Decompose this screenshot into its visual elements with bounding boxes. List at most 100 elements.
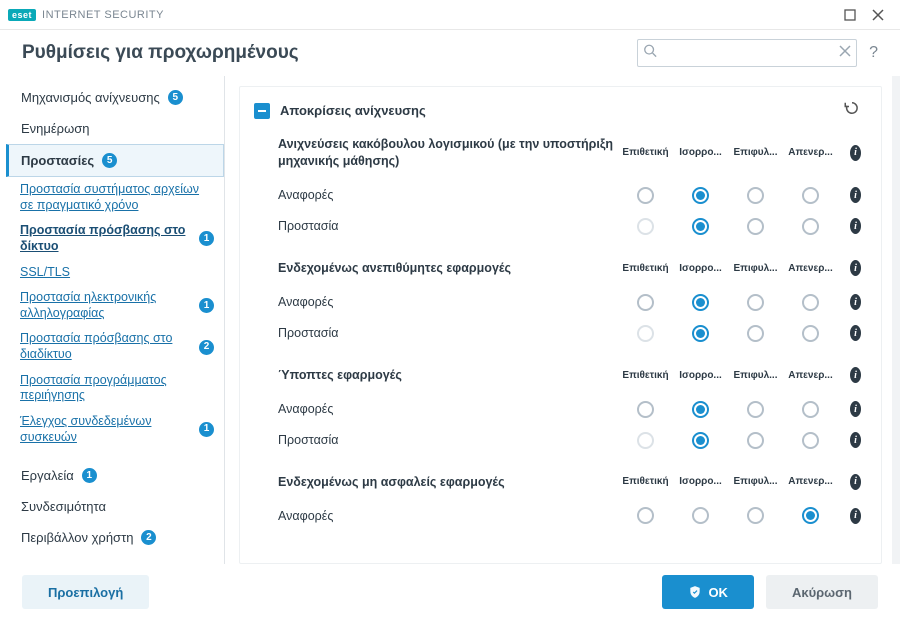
radio-option[interactable]: [747, 218, 764, 235]
search-icon: [643, 44, 657, 63]
setting-row: Αναφορέςi: [278, 394, 861, 425]
setting-group: Ύποπτες εφαρμογέςΕπιθετικήΙσορρο...Επιφυ…: [254, 367, 861, 456]
info-icon[interactable]: i: [850, 508, 861, 524]
sidebar-item[interactable]: Προστασίες5: [6, 144, 224, 177]
window-close-button[interactable]: [864, 1, 892, 29]
row-label: Προστασία: [278, 219, 618, 233]
sidebar-item[interactable]: Συνδεσιμότητα: [6, 491, 224, 522]
radio-option[interactable]: [692, 294, 709, 311]
row-label: Αναφορές: [278, 188, 618, 202]
radio-option[interactable]: [692, 507, 709, 524]
column-label: Επιφυλ...: [728, 147, 783, 158]
info-icon[interactable]: i: [850, 145, 861, 161]
radio-option[interactable]: [802, 401, 819, 418]
sidebar-item[interactable]: Ενημέρωση: [6, 113, 224, 144]
radio-option[interactable]: [637, 187, 654, 204]
sidebar-subitem-label: Έλεγχος συνδεδεμένων συσκευών: [20, 414, 193, 445]
count-badge: 1: [199, 422, 214, 437]
brand-name: INTERNET SECURITY: [42, 9, 164, 21]
cancel-button[interactable]: Ακύρωση: [766, 575, 878, 609]
radio-option[interactable]: [747, 325, 764, 342]
info-icon[interactable]: i: [850, 367, 861, 383]
settings-panel: Αποκρίσεις ανίχνευσης Ανιχνεύσεις κακόβο…: [239, 86, 882, 564]
sidebar-item-label: Εργαλεία: [21, 468, 74, 483]
search-clear-icon[interactable]: [839, 44, 851, 62]
info-icon[interactable]: i: [850, 474, 861, 490]
radio-option[interactable]: [637, 325, 654, 342]
group-title: Ενδεχομένως μη ασφαλείς εφαρμογές: [278, 474, 618, 491]
column-label: Απενερ...: [783, 476, 838, 487]
column-label: Επιθετική: [618, 263, 673, 274]
ok-label: OK: [708, 585, 728, 600]
shield-icon: [688, 585, 702, 599]
count-badge: 1: [82, 468, 97, 483]
radio-option[interactable]: [747, 294, 764, 311]
header: Ρυθμίσεις για προχωρημένους ?: [0, 30, 900, 76]
radio-option[interactable]: [802, 325, 819, 342]
column-label: Ισορρο...: [673, 147, 728, 158]
info-icon[interactable]: i: [850, 401, 861, 417]
radio-option[interactable]: [802, 187, 819, 204]
count-badge: 1: [199, 298, 214, 313]
revert-icon[interactable]: [843, 99, 861, 122]
radio-option[interactable]: [692, 325, 709, 342]
brand-badge: eset: [8, 9, 36, 21]
outer-scrollbar[interactable]: [892, 76, 900, 564]
sidebar-subitem[interactable]: Προστασία προγράμματος περιήγησης: [6, 368, 224, 409]
radio-option[interactable]: [747, 187, 764, 204]
info-icon[interactable]: i: [850, 260, 861, 276]
sidebar-subitem[interactable]: Προστασία ηλεκτρονικής αλληλογραφίας1: [6, 285, 224, 326]
radio-option[interactable]: [802, 294, 819, 311]
radio-option[interactable]: [637, 432, 654, 449]
setting-row: Προστασία i: [278, 425, 861, 456]
column-label: Επιφυλ...: [728, 263, 783, 274]
info-icon[interactable]: i: [850, 294, 861, 310]
help-button[interactable]: ?: [869, 44, 878, 62]
radio-option[interactable]: [747, 507, 764, 524]
info-icon[interactable]: i: [850, 218, 861, 234]
info-icon[interactable]: i: [850, 187, 861, 203]
radio-option[interactable]: [637, 294, 654, 311]
window-maximize-button[interactable]: [836, 1, 864, 29]
sidebar-subitem[interactable]: Προστασία πρόσβασης στο διαδίκτυο2: [6, 326, 224, 367]
radio-option[interactable]: [692, 187, 709, 204]
radio-option[interactable]: [692, 432, 709, 449]
sidebar-item-label: Συνδεσιμότητα: [21, 499, 106, 514]
radio-option[interactable]: [802, 507, 819, 524]
radio-option[interactable]: [747, 401, 764, 418]
sidebar-subitem[interactable]: Προστασία πρόσβασης στο δίκτυο1: [6, 218, 224, 259]
radio-option[interactable]: [802, 432, 819, 449]
sidebar-item-label: Μηχανισμός ανίχνευσης: [21, 90, 160, 105]
sidebar-subitem-label: Προστασία πρόσβασης στο δίκτυο: [20, 223, 193, 254]
sidebar-item[interactable]: Περιβάλλον χρήστη2: [6, 522, 224, 553]
sidebar-subitem[interactable]: SSL/TLS: [6, 260, 224, 286]
info-icon[interactable]: i: [850, 432, 861, 448]
radio-option[interactable]: [637, 507, 654, 524]
row-label: Προστασία: [278, 433, 618, 447]
collapse-icon[interactable]: [254, 103, 270, 119]
radio-option[interactable]: [747, 432, 764, 449]
radio-option[interactable]: [637, 401, 654, 418]
sidebar-item[interactable]: Μηχανισμός ανίχνευσης5: [6, 82, 224, 113]
sidebar-subitem[interactable]: Προστασία συστήματος αρχείων σε πραγματι…: [6, 177, 224, 218]
sidebar-subitem[interactable]: Έλεγχος συνδεδεμένων συσκευών 1: [6, 409, 224, 450]
sidebar-item[interactable]: Εργαλεία 1: [6, 460, 224, 491]
ok-button[interactable]: OK: [662, 575, 754, 609]
footer: Προεπιλογή OK Ακύρωση: [0, 564, 900, 620]
radio-option[interactable]: [637, 218, 654, 235]
search-input[interactable]: [637, 39, 857, 67]
column-label: Απενερ...: [783, 263, 838, 274]
column-label: Ισορρο...: [673, 263, 728, 274]
titlebar: eset INTERNET SECURITY: [0, 0, 900, 30]
sidebar-subitem-label: SSL/TLS: [20, 265, 70, 281]
radio-option[interactable]: [802, 218, 819, 235]
count-badge: 2: [141, 530, 156, 545]
sidebar-subitem-label: Προστασία προγράμματος περιήγησης: [20, 373, 214, 404]
radio-option[interactable]: [692, 218, 709, 235]
info-icon[interactable]: i: [850, 325, 861, 341]
radio-option[interactable]: [692, 401, 709, 418]
default-button[interactable]: Προεπιλογή: [22, 575, 149, 609]
column-label: Ισορρο...: [673, 370, 728, 381]
column-label: Επιφυλ...: [728, 370, 783, 381]
setting-row: Αναφορέςi: [278, 500, 861, 531]
